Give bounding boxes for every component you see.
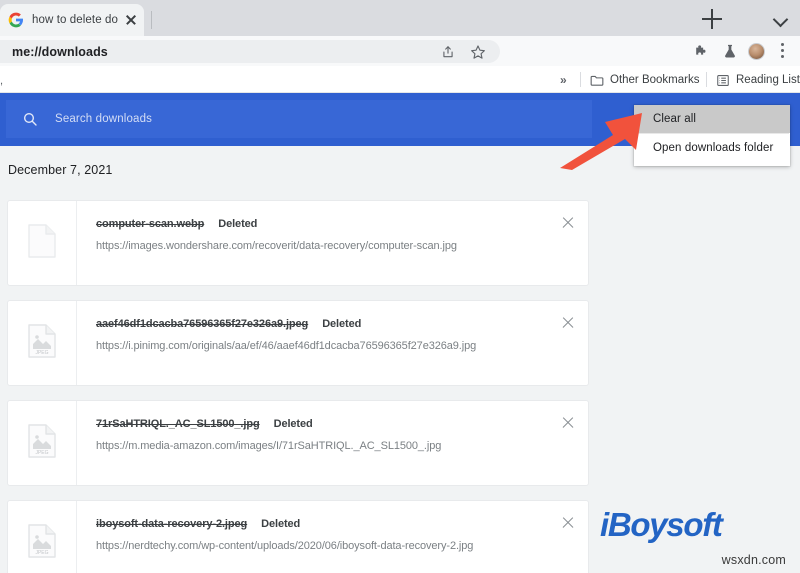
new-tab-button[interactable] — [702, 9, 722, 29]
google-g-icon — [8, 12, 24, 28]
watermark-site: wsxdn.com — [721, 553, 786, 567]
download-item-row[interactable]: JPEG iboysoft-data-recovery-2.jpeg Delet… — [7, 500, 589, 573]
watermark-brand: iBoysoft — [600, 506, 723, 543]
reading-list-icon — [716, 74, 730, 87]
download-item-row[interactable]: JPEG aaef46df1dcacba76596365f27e326a9.jp… — [7, 300, 589, 386]
share-icon[interactable] — [441, 45, 455, 59]
download-url: https://i.pinimg.com/originals/aa/ef/46/… — [96, 340, 477, 352]
download-filename: computer-scan.webp — [96, 218, 205, 230]
tab-strip: how to delete do — [0, 0, 800, 36]
folder-icon — [590, 74, 604, 87]
address-bar-value: me://downloads — [12, 44, 108, 59]
download-url: https://nerdtechy.com/wp-content/uploads… — [96, 540, 474, 552]
download-status: Deleted — [261, 518, 301, 530]
download-url: https://images.wondershare.com/recoverit… — [96, 240, 457, 252]
download-status: Deleted — [322, 318, 362, 330]
bookmark-overflow-left-icon: , — [0, 75, 4, 87]
download-item-details: iboysoft-data-recovery-2.jpeg Deleted ht… — [96, 518, 544, 552]
download-status: Deleted — [273, 418, 313, 430]
browser-tab[interactable]: how to delete do — [0, 4, 144, 36]
star-icon[interactable] — [470, 44, 486, 60]
download-filename: 71rSaHTRIQL._AC_SL1500_.jpg — [96, 418, 260, 430]
download-file-icon-cell — [8, 201, 77, 285]
download-remove-close-icon[interactable] — [560, 415, 576, 431]
downloads-context-menu: Clear all Open downloads folder — [634, 105, 790, 166]
puzzle-icon[interactable] — [693, 44, 709, 60]
svg-text:JPEG: JPEG — [35, 450, 48, 456]
download-filename: aaef46df1dcacba76596365f27e326a9.jpeg — [96, 318, 309, 330]
bookmarks-overflow-icon[interactable]: » — [560, 73, 567, 87]
tab-search-chevron-down-icon[interactable] — [774, 14, 788, 22]
download-remove-close-icon[interactable] — [560, 515, 576, 531]
download-status: Deleted — [218, 218, 258, 230]
download-remove-close-icon[interactable] — [560, 315, 576, 331]
bookmark-other-bookmarks[interactable]: Other Bookmarks — [590, 72, 699, 88]
browser-toolbar: me://downloads — [0, 36, 800, 66]
jpeg-file-icon: JPEG — [28, 523, 56, 563]
search-downloads-field[interactable]: Search downloads — [6, 100, 592, 138]
bookmarks-divider — [580, 72, 581, 87]
menu-item-clear-all[interactable]: Clear all — [634, 105, 790, 133]
bookmark-reading-list-label: Reading List — [736, 74, 800, 86]
tab-close-icon[interactable] — [124, 13, 138, 27]
svg-text:JPEG: JPEG — [35, 350, 48, 356]
download-remove-close-icon[interactable] — [560, 215, 576, 231]
jpeg-file-icon: JPEG — [28, 423, 56, 463]
download-url: https://m.media-amazon.com/images/I/71rS… — [96, 440, 442, 452]
search-icon — [22, 111, 38, 127]
download-file-icon-cell: JPEG — [8, 401, 77, 485]
download-item-details: 71rSaHTRIQL._AC_SL1500_.jpg Deleted http… — [96, 418, 544, 452]
download-file-icon-cell: JPEG — [8, 301, 77, 385]
tab-title: how to delete do — [32, 14, 118, 26]
bookmarks-bar: , » Other Bookmarks Reading List — [0, 66, 800, 93]
search-downloads-placeholder: Search downloads — [55, 113, 153, 125]
address-bar[interactable]: me://downloads — [0, 40, 500, 63]
flask-icon[interactable] — [722, 43, 738, 60]
download-item-details: computer-scan.webp Deleted https://image… — [96, 218, 544, 252]
svg-text:JPEG: JPEG — [35, 550, 48, 556]
download-item-row[interactable]: JPEG 71rSaHTRIQL._AC_SL1500_.jpg Deleted… — [7, 400, 589, 486]
bookmark-other-bookmarks-label: Other Bookmarks — [610, 74, 700, 86]
download-item-details: aaef46df1dcacba76596365f27e326a9.jpeg De… — [96, 318, 544, 352]
bookmarks-divider-2 — [706, 72, 707, 87]
tab-separator — [151, 11, 152, 29]
jpeg-file-icon: JPEG — [28, 323, 56, 363]
watermark: iBoysoft wsxdn.com — [600, 505, 792, 567]
download-filename: iboysoft-data-recovery-2.jpeg — [96, 518, 248, 530]
menu-item-open-downloads-folder[interactable]: Open downloads folder — [634, 134, 790, 162]
bookmark-reading-list[interactable]: Reading List — [716, 72, 800, 88]
blank-file-icon — [28, 223, 56, 263]
download-item-row[interactable]: computer-scan.webp Deleted https://image… — [7, 200, 589, 286]
kebab-menu-icon[interactable] — [781, 43, 785, 60]
download-file-icon-cell: JPEG — [8, 501, 77, 573]
avatar[interactable] — [748, 43, 765, 60]
browser-window: how to delete do me://downloads , » Othe… — [0, 0, 800, 573]
downloads-date-heading: December 7, 2021 — [8, 163, 113, 177]
